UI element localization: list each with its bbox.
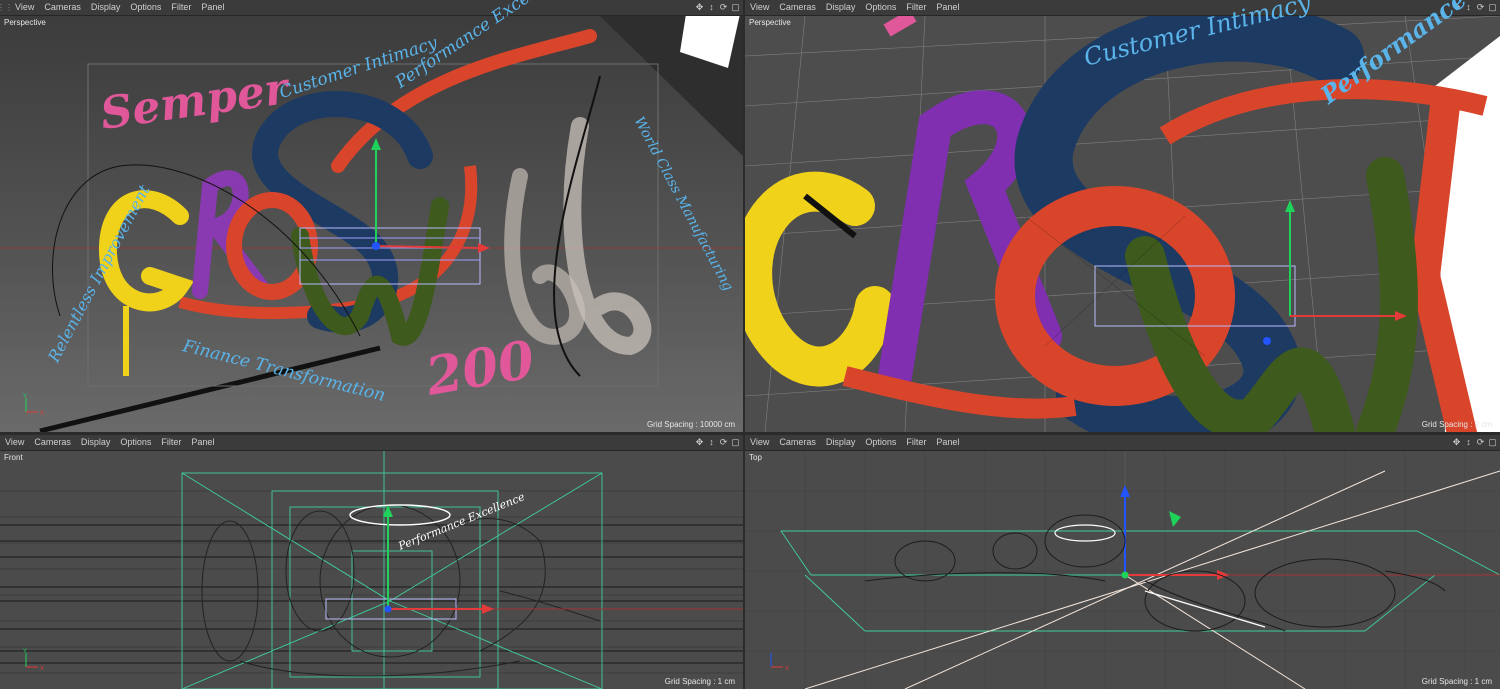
grid-spacing-label: Grid Spacing : 10000 cm — [646, 420, 735, 429]
menu-filter[interactable]: Filter — [156, 435, 186, 450]
maximize-view-icon[interactable]: ▢ — [1488, 438, 1497, 447]
axis-y-label: Y — [23, 394, 27, 400]
menu-cameras[interactable]: Cameras — [39, 0, 86, 15]
rotate-view-icon[interactable]: ⟳ — [1476, 3, 1485, 12]
viewport-perspective-secondary[interactable]: View Cameras Display Options Filter Pane… — [745, 0, 1500, 432]
menu-view[interactable]: View — [745, 435, 774, 450]
view-navigation: ✥ ↕ ⟳ ▢ — [695, 435, 740, 450]
scene-wireframe — [0, 451, 743, 689]
move-view-icon[interactable]: ✥ — [695, 438, 704, 447]
menu-options[interactable]: Options — [125, 0, 166, 15]
move-view-icon[interactable]: ✥ — [695, 3, 704, 12]
axis-x-label: X — [40, 411, 44, 417]
scene-render — [745, 16, 1500, 432]
viewport-front[interactable]: View Cameras Display Options Filter Pane… — [0, 435, 743, 689]
menu-filter[interactable]: Filter — [901, 0, 931, 15]
viewport-menubar: ⋮⋮ View Cameras Display Options Filter P… — [0, 0, 743, 16]
axis-x-label: X — [785, 666, 789, 672]
viewport-canvas[interactable] — [745, 451, 1500, 689]
menu-panel[interactable]: Panel — [196, 0, 229, 15]
menu-display[interactable]: Display — [76, 435, 116, 450]
viewport-canvas[interactable]: Semper Customer Intimacy Performance Exc… — [0, 0, 743, 432]
menu-options[interactable]: Options — [115, 435, 156, 450]
menu-view[interactable]: View — [0, 435, 29, 450]
maximize-view-icon[interactable]: ▢ — [731, 3, 740, 12]
axis-x-label: X — [40, 666, 44, 672]
axis-indicator: X — [770, 653, 789, 672]
axis-indicator: Y X — [23, 394, 44, 417]
view-navigation: ✥ ↕ ⟳ ▢ — [695, 0, 740, 15]
rotate-view-icon[interactable]: ⟳ — [719, 438, 728, 447]
menu-options[interactable]: Options — [860, 435, 901, 450]
move-depth-icon[interactable]: ↕ — [1464, 438, 1473, 447]
grid-spacing-label: Grid Spacing : 1 cm — [1421, 677, 1492, 686]
viewport-camera-label[interactable]: Perspective — [749, 18, 791, 27]
maximize-view-icon[interactable]: ▢ — [1488, 3, 1497, 12]
menu-panel[interactable]: Panel — [931, 435, 964, 450]
maximize-view-icon[interactable]: ▢ — [731, 438, 740, 447]
grid-spacing-label: Grid Spacing : 1 cm — [1421, 420, 1492, 429]
menu-panel[interactable]: Panel — [186, 435, 219, 450]
viewport-top[interactable]: View Cameras Display Options Filter Pane… — [745, 435, 1500, 689]
move-depth-icon[interactable]: ↕ — [707, 3, 716, 12]
move-view-icon[interactable]: ✥ — [1452, 438, 1461, 447]
viewport-menubar: View Cameras Display Options Filter Pane… — [745, 435, 1500, 451]
viewport-perspective-main[interactable]: ⋮⋮ View Cameras Display Options Filter P… — [0, 0, 743, 432]
menu-cameras[interactable]: Cameras — [774, 435, 821, 450]
menu-display[interactable]: Display — [821, 435, 861, 450]
rotate-view-icon[interactable]: ⟳ — [1476, 438, 1485, 447]
menu-cameras[interactable]: Cameras — [29, 435, 76, 450]
panel-grip-icon[interactable]: ⋮⋮ — [0, 0, 13, 15]
menu-cameras[interactable]: Cameras — [774, 0, 821, 15]
rotate-view-icon[interactable]: ⟳ — [719, 3, 728, 12]
viewport-camera-label[interactable]: Top — [749, 453, 762, 462]
move-depth-icon[interactable]: ↕ — [707, 438, 716, 447]
menu-panel[interactable]: Panel — [931, 0, 964, 15]
menu-filter[interactable]: Filter — [901, 435, 931, 450]
menu-display[interactable]: Display — [86, 0, 126, 15]
viewport-camera-label[interactable]: Front — [4, 453, 23, 462]
axis-indicator: Y X — [23, 649, 44, 672]
viewport-menubar: View Cameras Display Options Filter Pane… — [0, 435, 743, 451]
menu-display[interactable]: Display — [821, 0, 861, 15]
grid-spacing-label: Grid Spacing : 1 cm — [664, 677, 735, 686]
viewport-canvas[interactable]: Performance Excellence — [0, 451, 743, 689]
view-navigation: ✥ ↕ ⟳ ▢ — [1452, 435, 1497, 450]
scene-wireframe — [745, 451, 1500, 689]
viewport-menubar: View Cameras Display Options Filter Pane… — [745, 0, 1500, 16]
menu-view[interactable]: View — [10, 0, 39, 15]
axis-y-label: Y — [23, 649, 27, 655]
scene-render — [0, 16, 743, 432]
menu-options[interactable]: Options — [860, 0, 901, 15]
menu-filter[interactable]: Filter — [166, 0, 196, 15]
viewport-canvas[interactable]: Customer Intimacy Performance Excellence — [745, 0, 1500, 432]
menu-view[interactable]: View — [745, 0, 774, 15]
viewport-camera-label[interactable]: Perspective — [4, 18, 46, 27]
